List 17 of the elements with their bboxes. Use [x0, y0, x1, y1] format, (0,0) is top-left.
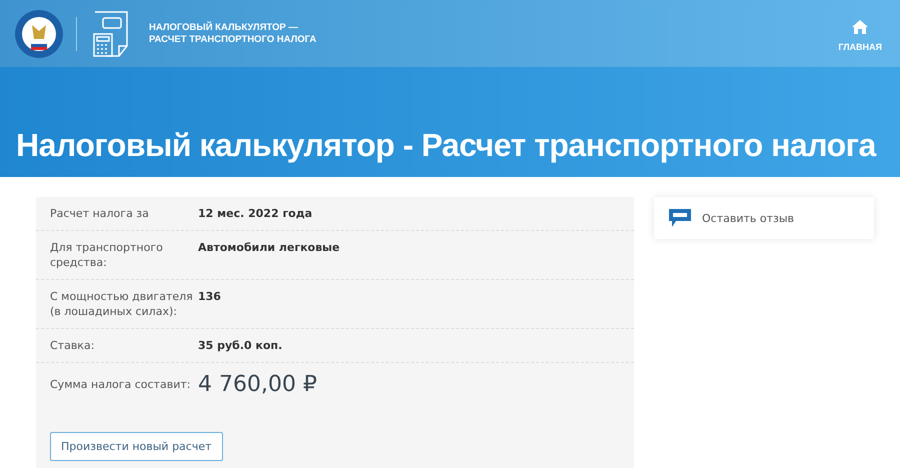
row-value: 12 мес. 2022 года	[198, 206, 314, 221]
page-title: Налоговый калькулятор - Расчет транспортного налога	[16, 127, 876, 164]
row-label: Расчет налога за	[50, 206, 150, 221]
row-label: С мощностью двигателя (в лошадиных силах):	[50, 289, 194, 319]
total-value: 4 760,00 ₽	[198, 372, 318, 397]
row-value: 35 руб.0 коп.	[198, 338, 284, 353]
row-label: Для транспортного средства:	[50, 240, 164, 270]
feedback-link[interactable]: Оставить отзыв	[654, 197, 874, 239]
row-value: 136	[198, 289, 222, 305]
total-label: Сумма налога составит:	[50, 378, 192, 391]
service-title: НАЛОГОВЫЙ КАЛЬКУЛЯТОР — РАСЧЕТ ТРАНСПОРТНОГО НАЛОГА	[149, 22, 316, 46]
home-icon	[852, 20, 868, 34]
emblem-icon	[14, 8, 64, 58]
row-value: Автомобили легковые	[198, 240, 341, 256]
speech-bubble-icon	[668, 208, 692, 228]
row-label: Ставка:	[50, 338, 96, 353]
new-calculation-button[interactable]: Произвести новый расчет	[50, 432, 223, 461]
